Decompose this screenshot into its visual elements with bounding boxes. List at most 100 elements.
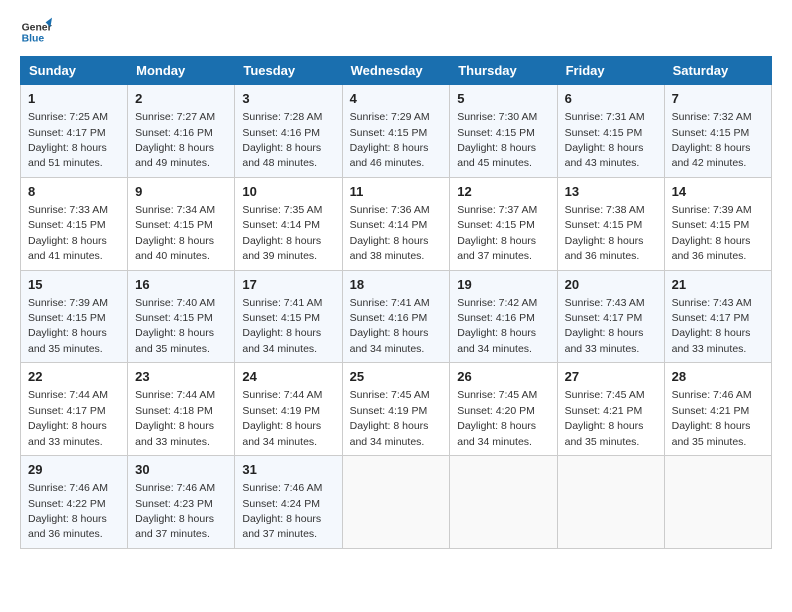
day-detail: Sunrise: 7:42 AMSunset: 4:16 PMDaylight:… xyxy=(457,297,537,355)
day-number: 27 xyxy=(565,368,657,386)
day-detail: Sunrise: 7:29 AMSunset: 4:15 PMDaylight:… xyxy=(350,111,430,169)
calendar-table: SundayMondayTuesdayWednesdayThursdayFrid… xyxy=(20,56,772,549)
day-detail: Sunrise: 7:37 AMSunset: 4:15 PMDaylight:… xyxy=(457,204,537,262)
calendar-cell: 23Sunrise: 7:44 AMSunset: 4:18 PMDayligh… xyxy=(128,363,235,456)
day-number: 29 xyxy=(28,461,120,479)
calendar-cell: 19 Sunrise: 7:42 AMSunset: 4:16 PMDayligh… xyxy=(450,270,557,363)
day-detail: Sunrise: 7:43 AMSunset: 4:17 PMDaylight:… xyxy=(672,297,752,355)
day-number: 6 xyxy=(565,90,657,108)
day-detail: Sunrise: 7:41 AMSunset: 4:15 PMDaylight:… xyxy=(242,297,322,355)
day-detail: Sunrise: 7:31 AMSunset: 4:15 PMDaylight:… xyxy=(565,111,645,169)
calendar-cell: 9Sunrise: 7:34 AMSunset: 4:15 PMDaylight… xyxy=(128,177,235,270)
calendar-cell: 27 Sunrise: 7:45 AMSunset: 4:21 PMDayligh… xyxy=(557,363,664,456)
day-detail: Sunrise: 7:36 AMSunset: 4:14 PMDaylight:… xyxy=(350,204,430,262)
calendar-cell: 7 Sunrise: 7:32 AMSunset: 4:15 PMDaylight… xyxy=(664,85,771,178)
weekday-header-friday: Friday xyxy=(557,57,664,85)
calendar-cell xyxy=(557,456,664,549)
calendar-cell: 12 Sunrise: 7:37 AMSunset: 4:15 PMDayligh… xyxy=(450,177,557,270)
week-row-5: 29 Sunrise: 7:46 AMSunset: 4:22 PMDayligh… xyxy=(21,456,772,549)
day-number: 2 xyxy=(135,90,227,108)
day-detail: Sunrise: 7:44 AMSunset: 4:19 PMDaylight:… xyxy=(242,389,322,447)
day-number: 9 xyxy=(135,183,227,201)
calendar-cell: 4Sunrise: 7:29 AMSunset: 4:15 PMDaylight… xyxy=(342,85,450,178)
weekday-header-tuesday: Tuesday xyxy=(235,57,342,85)
weekday-header-sunday: Sunday xyxy=(21,57,128,85)
day-detail: Sunrise: 7:40 AMSunset: 4:15 PMDaylight:… xyxy=(135,297,215,355)
calendar-cell: 2 Sunrise: 7:27 AMSunset: 4:16 PMDaylight… xyxy=(128,85,235,178)
day-detail: Sunrise: 7:46 AMSunset: 4:23 PMDaylight:… xyxy=(135,482,215,540)
calendar-cell: 29 Sunrise: 7:46 AMSunset: 4:22 PMDayligh… xyxy=(21,456,128,549)
calendar-cell: 22 Sunrise: 7:44 AMSunset: 4:17 PMDayligh… xyxy=(21,363,128,456)
day-number: 19 xyxy=(457,276,549,294)
day-detail: Sunrise: 7:45 AMSunset: 4:20 PMDaylight:… xyxy=(457,389,537,447)
calendar-cell: 26 Sunrise: 7:45 AMSunset: 4:20 PMDayligh… xyxy=(450,363,557,456)
day-number: 8 xyxy=(28,183,120,201)
week-row-4: 22 Sunrise: 7:44 AMSunset: 4:17 PMDayligh… xyxy=(21,363,772,456)
week-row-1: 1 Sunrise: 7:25 AMSunset: 4:17 PMDaylight… xyxy=(21,85,772,178)
calendar-cell: 11 Sunrise: 7:36 AMSunset: 4:14 PMDayligh… xyxy=(342,177,450,270)
day-number: 28 xyxy=(672,368,764,386)
day-number: 13 xyxy=(565,183,657,201)
day-detail: Sunrise: 7:35 AMSunset: 4:14 PMDaylight:… xyxy=(242,204,322,262)
day-detail: Sunrise: 7:39 AMSunset: 4:15 PMDaylight:… xyxy=(672,204,752,262)
day-number: 5 xyxy=(457,90,549,108)
day-number: 26 xyxy=(457,368,549,386)
day-detail: Sunrise: 7:25 AMSunset: 4:17 PMDaylight:… xyxy=(28,111,108,169)
weekday-header-thursday: Thursday xyxy=(450,57,557,85)
day-detail: Sunrise: 7:44 AMSunset: 4:17 PMDaylight:… xyxy=(28,389,108,447)
calendar-cell: 24 Sunrise: 7:44 AMSunset: 4:19 PMDayligh… xyxy=(235,363,342,456)
day-number: 10 xyxy=(242,183,334,201)
day-number: 24 xyxy=(242,368,334,386)
day-detail: Sunrise: 7:45 AMSunset: 4:21 PMDaylight:… xyxy=(565,389,645,447)
day-detail: Sunrise: 7:46 AMSunset: 4:24 PMDaylight:… xyxy=(242,482,322,540)
day-detail: Sunrise: 7:33 AMSunset: 4:15 PMDaylight:… xyxy=(28,204,108,262)
day-number: 7 xyxy=(672,90,764,108)
day-detail: Sunrise: 7:30 AMSunset: 4:15 PMDaylight:… xyxy=(457,111,537,169)
calendar-cell: 13 Sunrise: 7:38 AMSunset: 4:15 PMDayligh… xyxy=(557,177,664,270)
calendar-cell: 1 Sunrise: 7:25 AMSunset: 4:17 PMDaylight… xyxy=(21,85,128,178)
day-detail: Sunrise: 7:46 AMSunset: 4:22 PMDaylight:… xyxy=(28,482,108,540)
day-number: 14 xyxy=(672,183,764,201)
day-number: 22 xyxy=(28,368,120,386)
calendar-cell: 18 Sunrise: 7:41 AMSunset: 4:16 PMDayligh… xyxy=(342,270,450,363)
weekday-header-wednesday: Wednesday xyxy=(342,57,450,85)
day-detail: Sunrise: 7:27 AMSunset: 4:16 PMDaylight:… xyxy=(135,111,215,169)
calendar-cell: 20 Sunrise: 7:43 AMSunset: 4:17 PMDayligh… xyxy=(557,270,664,363)
day-detail: Sunrise: 7:32 AMSunset: 4:15 PMDaylight:… xyxy=(672,111,752,169)
day-detail: Sunrise: 7:43 AMSunset: 4:17 PMDaylight:… xyxy=(565,297,645,355)
calendar-cell: 8 Sunrise: 7:33 AMSunset: 4:15 PMDaylight… xyxy=(21,177,128,270)
day-detail: Sunrise: 7:28 AMSunset: 4:16 PMDaylight:… xyxy=(242,111,322,169)
logo-icon: General Blue xyxy=(20,16,52,48)
day-number: 1 xyxy=(28,90,120,108)
day-number: 31 xyxy=(242,461,334,479)
day-detail: Sunrise: 7:39 AMSunset: 4:15 PMDaylight:… xyxy=(28,297,108,355)
logo: General Blue xyxy=(20,16,52,48)
calendar-cell: 15 Sunrise: 7:39 AMSunset: 4:15 PMDayligh… xyxy=(21,270,128,363)
day-detail: Sunrise: 7:44 AMSunset: 4:18 PMDaylight:… xyxy=(135,389,215,447)
day-detail: Sunrise: 7:38 AMSunset: 4:15 PMDaylight:… xyxy=(565,204,645,262)
calendar-cell: 10 Sunrise: 7:35 AMSunset: 4:14 PMDayligh… xyxy=(235,177,342,270)
day-number: 15 xyxy=(28,276,120,294)
week-row-3: 15 Sunrise: 7:39 AMSunset: 4:15 PMDayligh… xyxy=(21,270,772,363)
day-detail: Sunrise: 7:41 AMSunset: 4:16 PMDaylight:… xyxy=(350,297,430,355)
day-number: 21 xyxy=(672,276,764,294)
calendar-cell: 21 Sunrise: 7:43 AMSunset: 4:17 PMDayligh… xyxy=(664,270,771,363)
calendar-cell xyxy=(342,456,450,549)
day-number: 17 xyxy=(242,276,334,294)
calendar-cell: 3Sunrise: 7:28 AMSunset: 4:16 PMDaylight… xyxy=(235,85,342,178)
calendar-cell: 14 Sunrise: 7:39 AMSunset: 4:15 PMDayligh… xyxy=(664,177,771,270)
day-number: 11 xyxy=(350,183,443,201)
calendar-cell: 17 Sunrise: 7:41 AMSunset: 4:15 PMDayligh… xyxy=(235,270,342,363)
day-number: 20 xyxy=(565,276,657,294)
calendar-cell: 5 Sunrise: 7:30 AMSunset: 4:15 PMDaylight… xyxy=(450,85,557,178)
day-number: 16 xyxy=(135,276,227,294)
weekday-header-row: SundayMondayTuesdayWednesdayThursdayFrid… xyxy=(21,57,772,85)
day-detail: Sunrise: 7:45 AMSunset: 4:19 PMDaylight:… xyxy=(350,389,430,447)
weekday-header-monday: Monday xyxy=(128,57,235,85)
calendar-cell: 28Sunrise: 7:46 AMSunset: 4:21 PMDayligh… xyxy=(664,363,771,456)
calendar-cell xyxy=(664,456,771,549)
weekday-header-saturday: Saturday xyxy=(664,57,771,85)
day-number: 18 xyxy=(350,276,443,294)
header: General Blue xyxy=(20,16,772,48)
day-number: 12 xyxy=(457,183,549,201)
